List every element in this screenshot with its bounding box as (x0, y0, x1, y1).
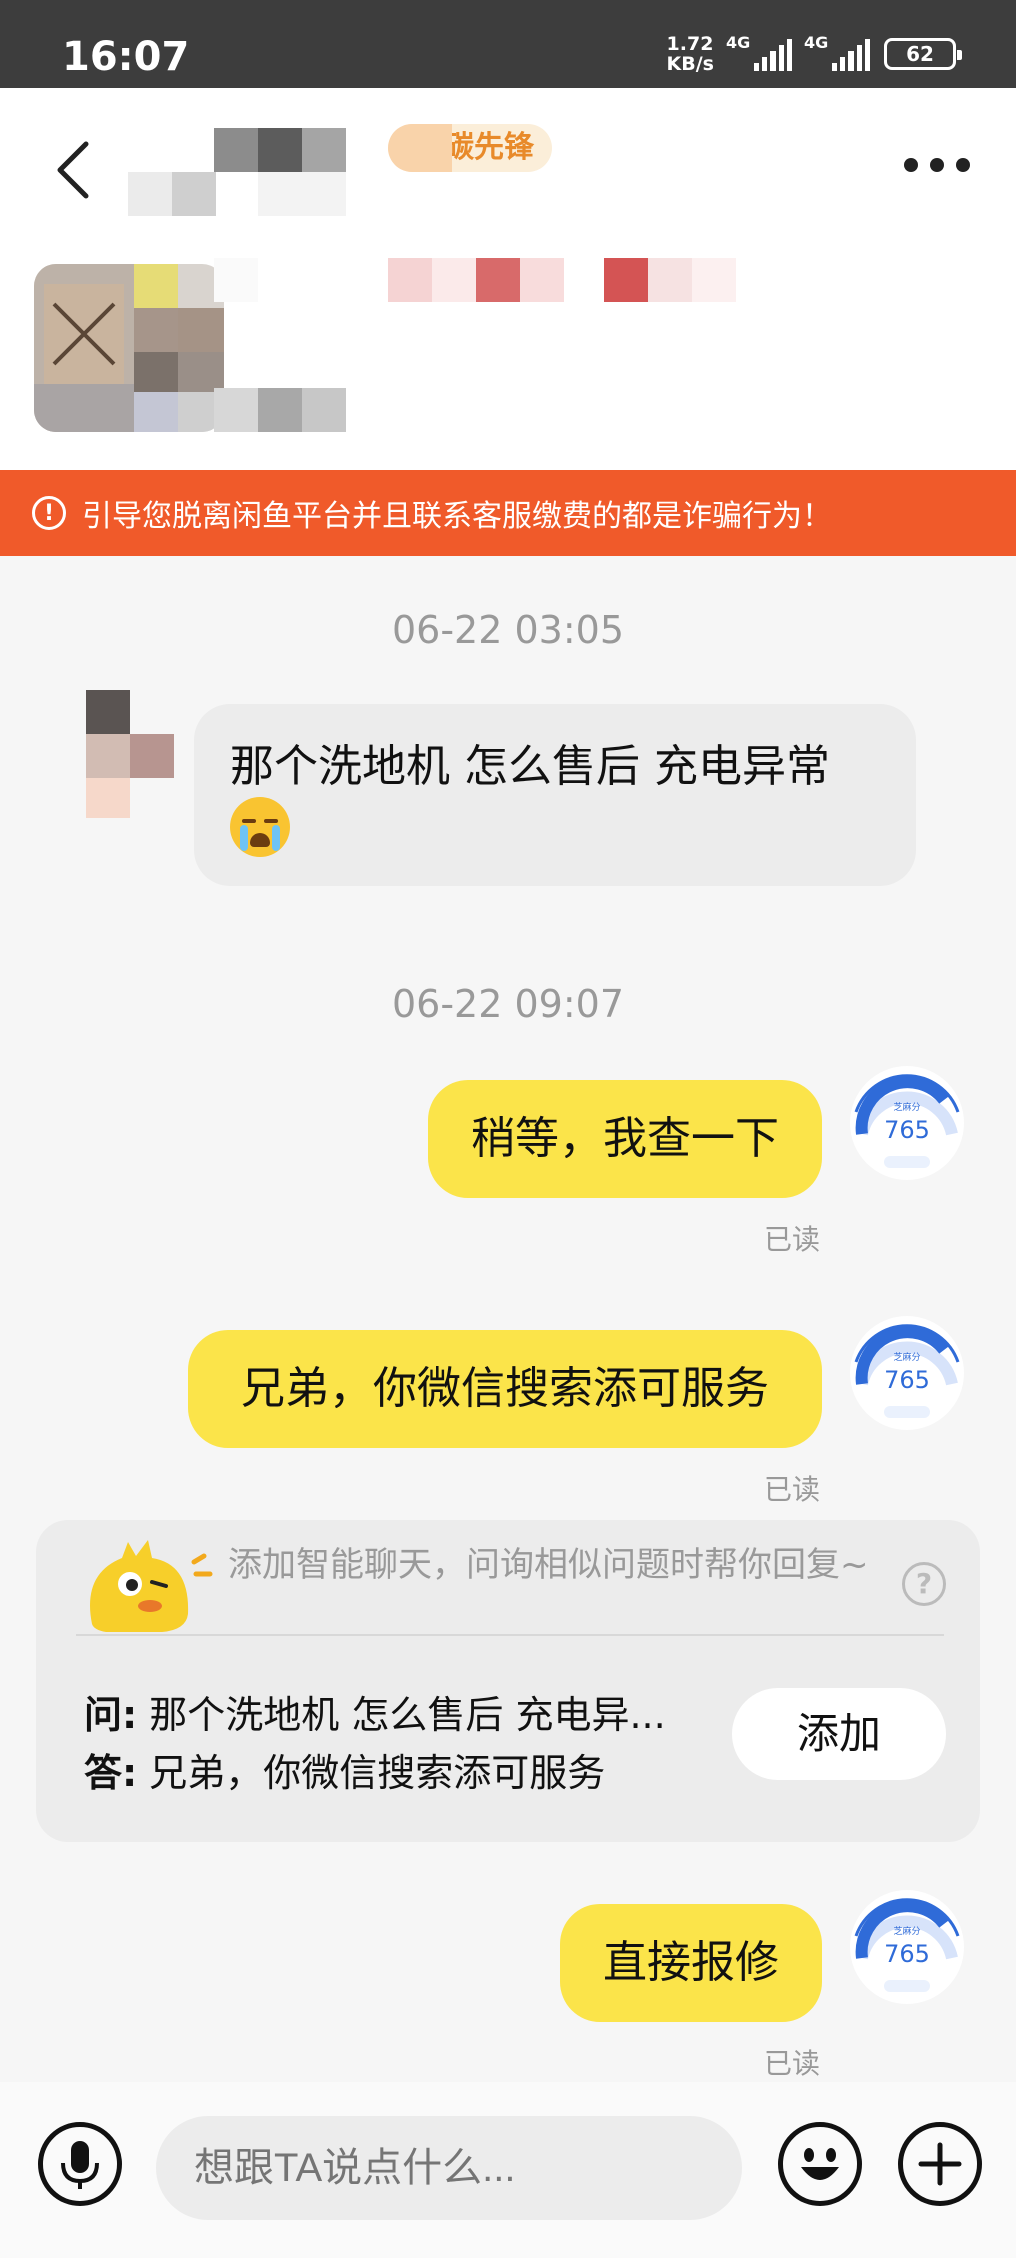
message-text: 兄弟，你微信搜索添可服务 (241, 1363, 769, 1414)
battery-icon: 62 (884, 38, 962, 70)
status-time: 16:07 (62, 34, 190, 80)
credit-score-avatar[interactable]: 芝麻分 765 (848, 1314, 966, 1432)
credit-score-avatar[interactable]: 芝麻分 765 (848, 1064, 966, 1182)
question-row: 问: 那个洗地机 怎么售后 充电异... (84, 1693, 666, 1737)
plus-icon[interactable] (898, 2122, 982, 2206)
fraud-warning-banner: ! 引导您脱离闲鱼平台并且联系客服缴费的都是诈骗行为！ (0, 470, 1016, 556)
microphone-icon[interactable] (38, 2122, 122, 2206)
crying-face-emoji (230, 797, 290, 857)
read-status: 已读 (763, 2047, 820, 2080)
alert-circle-icon: ! (32, 496, 66, 530)
more-dots-icon[interactable] (904, 158, 970, 184)
warning-text: 引导您脱离闲鱼平台并且联系客服缴费的都是诈骗行为！ (82, 499, 832, 534)
message-timestamp: 06-22 09:07 (391, 982, 624, 1026)
message-timestamp: 06-22 03:05 (391, 608, 624, 652)
net-speed: 1.72 KB/s (666, 33, 714, 75)
item-thumbnail[interactable] (34, 264, 224, 432)
svg-text:765: 765 (884, 1366, 930, 1394)
smart-reply-title: 添加智能聊天，问询相似问题时帮你回复~ (228, 1545, 869, 1585)
svg-text:765: 765 (884, 1940, 930, 1968)
seller-badge: 碳先锋 (388, 124, 552, 172)
status-icons: 1.72 KB/s 4G 4G 62 (666, 33, 962, 75)
svg-text:芝麻分: 芝麻分 (893, 1925, 920, 1937)
add-smart-reply-button[interactable]: 添加 (732, 1688, 946, 1780)
message-text: 稍等，我查一下 (471, 1113, 779, 1164)
svg-text:芝麻分: 芝麻分 (893, 1101, 920, 1113)
message-text: 那个洗地机 怎么售后 充电异常 (230, 741, 830, 792)
incoming-message-bubble[interactable]: 那个洗地机 怎么售后 充电异常 (194, 704, 916, 886)
read-status: 已读 (763, 1223, 820, 1256)
credit-score-avatar[interactable]: 芝麻分 765 (848, 1888, 966, 2006)
divider (76, 1634, 944, 1636)
chevron-left-icon[interactable] (52, 138, 96, 202)
outgoing-message-bubble[interactable]: 兄弟，你微信搜索添可服务 (188, 1330, 822, 1448)
outgoing-message-bubble[interactable]: 直接报修 (560, 1904, 822, 2022)
message-text: 直接报修 (603, 1937, 779, 1988)
outgoing-message-bubble[interactable]: 稍等，我查一下 (428, 1080, 822, 1198)
read-status: 已读 (763, 1473, 820, 1506)
svg-text:芝麻分: 芝麻分 (893, 1351, 920, 1363)
answer-row: 答: 兄弟，你微信搜索添可服务 (84, 1751, 606, 1795)
signal-icon: 4G (726, 33, 793, 71)
svg-text:765: 765 (884, 1116, 930, 1144)
smart-reply-card: 添加智能聊天，问询相似问题时帮你回复~ ? 问: 那个洗地机 怎么售后 充电异.… (36, 1520, 980, 1842)
mascot-icon (90, 1540, 213, 1632)
question-circle-icon[interactable]: ? (902, 1562, 946, 1606)
signal-icon-2: 4G (804, 33, 871, 71)
message-input[interactable] (156, 2116, 742, 2220)
status-bar: 16:07 1.72 KB/s 4G 4G 62 (0, 0, 1016, 88)
input-bar (0, 2082, 1016, 2258)
chat-header: 碳先锋 (0, 88, 1016, 470)
smile-icon[interactable] (778, 2122, 862, 2206)
